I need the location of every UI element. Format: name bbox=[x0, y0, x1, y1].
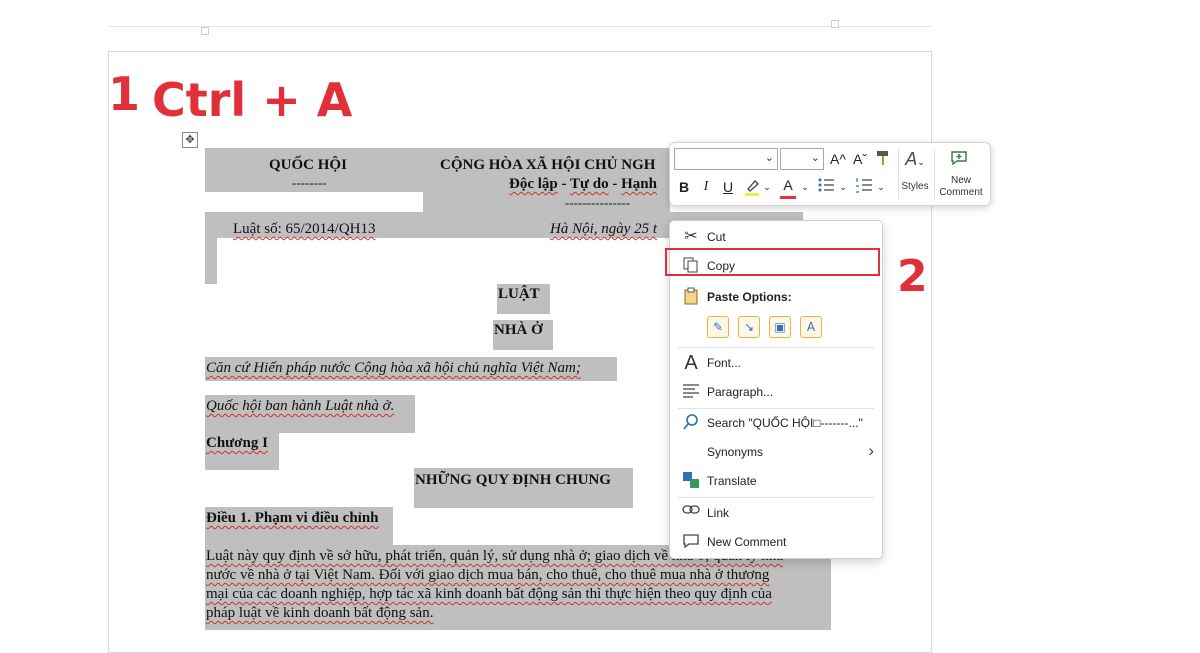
menu-item-font[interactable]: A Font... bbox=[670, 349, 882, 377]
translate-icon bbox=[681, 471, 701, 491]
font-size-combobox[interactable]: ⌄ bbox=[780, 148, 824, 170]
numbering-icon[interactable] bbox=[854, 177, 874, 198]
link-icon bbox=[681, 503, 701, 523]
paste-picture-icon[interactable]: ▣ bbox=[769, 316, 791, 338]
menu-item-cut[interactable]: ✂ Cut bbox=[670, 223, 882, 251]
bold-button[interactable]: B bbox=[676, 177, 692, 197]
new-comment-label-2[interactable]: Comment bbox=[936, 187, 986, 198]
basis-line: Căn cứ Hiến pháp nước Cộng hòa xã hội ch… bbox=[206, 360, 581, 376]
motto-dashes: --------------- bbox=[565, 195, 630, 210]
motto-dash: - bbox=[557, 176, 570, 192]
paste-keep-source-formatting-icon[interactable]: ✎ bbox=[707, 316, 729, 338]
enactment-line: Quốc hội ban hành Luật nhà ở. bbox=[206, 398, 395, 414]
paste-options-header: Paste Options: bbox=[670, 283, 882, 311]
search-icon bbox=[681, 413, 701, 433]
motto-happiness: Hạnh bbox=[621, 176, 657, 192]
menu-item-label: Link bbox=[707, 506, 730, 520]
menu-item-synonyms[interactable]: Synonyms › bbox=[670, 438, 882, 466]
body-line: mại của các doanh nghiệp, hợp tác xã kin… bbox=[206, 586, 772, 602]
menu-item-label: Font... bbox=[707, 356, 742, 370]
chevron-down-icon[interactable]: ⌄ bbox=[762, 177, 772, 197]
margin-corner-mark bbox=[831, 20, 839, 28]
font-color-swatch bbox=[780, 196, 796, 199]
toolbar-divider bbox=[934, 149, 935, 199]
menu-item-label: Synonyms bbox=[707, 445, 764, 459]
menu-item-label: Cut bbox=[707, 230, 726, 244]
styles-label[interactable]: Styles bbox=[898, 181, 932, 192]
body-line: nước về nhà ở tại Việt Nam. Đối với giao… bbox=[206, 567, 770, 583]
clipboard-icon bbox=[681, 287, 701, 307]
header-boundary-line bbox=[108, 26, 932, 27]
menu-separator bbox=[678, 347, 874, 348]
new-comment-icon[interactable] bbox=[948, 149, 970, 172]
chevron-down-icon[interactable]: ⌄ bbox=[765, 151, 774, 164]
italic-button[interactable]: I bbox=[698, 177, 714, 197]
paragraph-icon bbox=[681, 382, 701, 402]
menu-item-label: Paragraph... bbox=[707, 385, 774, 399]
chapter-heading: Chương I bbox=[206, 435, 268, 451]
motto-freedom: Tự do bbox=[569, 176, 609, 192]
menu-item-link[interactable]: Link bbox=[670, 499, 882, 527]
margin-corner-mark bbox=[201, 27, 209, 35]
font-name-combobox[interactable]: ⌄ bbox=[674, 148, 778, 170]
step-1-shortcut: Ctrl + A bbox=[152, 73, 353, 127]
menu-item-translate[interactable]: Translate bbox=[670, 467, 882, 495]
law-number: Luật số: 65/2014/QH13 bbox=[233, 221, 376, 237]
motto-independence: Độc lập bbox=[509, 176, 558, 192]
underline-button[interactable]: U bbox=[720, 177, 736, 197]
law-title: LUẬT bbox=[498, 286, 540, 302]
chevron-right-icon: › bbox=[868, 441, 874, 460]
chevron-down-icon[interactable]: ⌄ bbox=[800, 177, 810, 197]
table-move-handle-icon[interactable]: ✥ bbox=[182, 132, 198, 148]
step-2-number: 2 bbox=[897, 251, 928, 302]
chevron-down-icon[interactable]: ⌄ bbox=[838, 177, 848, 197]
comment-icon bbox=[681, 532, 701, 552]
bullets-icon[interactable] bbox=[816, 177, 836, 198]
chevron-down-icon[interactable]: ⌄ bbox=[876, 177, 886, 197]
scissors-icon: ✂ bbox=[684, 228, 698, 245]
left-header-title: QUỐC HỘI bbox=[269, 157, 347, 173]
step-1-number: 1 bbox=[108, 67, 141, 121]
copy-highlight-box bbox=[665, 248, 880, 276]
national-motto: Độc lập - Tự do - Hạnh bbox=[509, 176, 657, 193]
paste-merge-formatting-icon[interactable]: ↘ bbox=[738, 316, 760, 338]
highlighter-icon[interactable] bbox=[742, 177, 762, 202]
menu-item-search[interactable]: Search "QUỐC HỘI□-------..." bbox=[670, 409, 882, 437]
motto-dash: - bbox=[608, 176, 622, 192]
font-icon: A bbox=[684, 352, 698, 374]
chapter-title: NHỮNG QUY ĐỊNH CHUNG bbox=[415, 472, 611, 488]
chevron-down-icon[interactable]: ⌄ bbox=[811, 151, 820, 164]
grow-font-button[interactable]: A^ bbox=[828, 149, 848, 169]
format-painter-icon[interactable] bbox=[872, 149, 894, 172]
menu-item-new-comment[interactable]: New Comment bbox=[670, 528, 882, 556]
place-date: Hà Nội, ngày 25 t bbox=[550, 221, 658, 237]
menu-separator bbox=[678, 497, 874, 498]
body-line: pháp luật về kinh doanh bất động sản. bbox=[206, 605, 434, 621]
menu-item-label: New Comment bbox=[707, 535, 787, 549]
font-color-letter: A bbox=[783, 177, 793, 193]
right-header-title: CỘNG HÒA XÃ HỘI CHỦ NGH bbox=[440, 157, 656, 173]
font-color-button[interactable]: A bbox=[778, 175, 798, 199]
article-title: Điều 1. Phạm vi điều chỉnh bbox=[206, 510, 379, 526]
law-subject-title: NHÀ Ở bbox=[494, 322, 543, 338]
menu-item-label: Search "QUỐC HỘI□-------..." bbox=[707, 416, 863, 430]
selection-highlight bbox=[205, 238, 217, 284]
shrink-font-button[interactable]: Aˇ bbox=[850, 149, 870, 169]
menu-item-paragraph[interactable]: Paragraph... bbox=[670, 378, 882, 406]
menu-item-label: Paste Options: bbox=[707, 290, 792, 304]
paste-keep-text-only-icon[interactable]: A bbox=[800, 316, 822, 338]
menu-item-label: Translate bbox=[707, 474, 757, 488]
mini-toolbar: ⌄ ⌄ A^ Aˇ A⌄ Styles New Comment B I U ⌄ … bbox=[669, 142, 991, 206]
left-header-dashes: -------- bbox=[292, 175, 327, 190]
styles-icon[interactable]: A⌄ bbox=[902, 149, 928, 172]
new-comment-label-1[interactable]: New bbox=[936, 175, 986, 186]
